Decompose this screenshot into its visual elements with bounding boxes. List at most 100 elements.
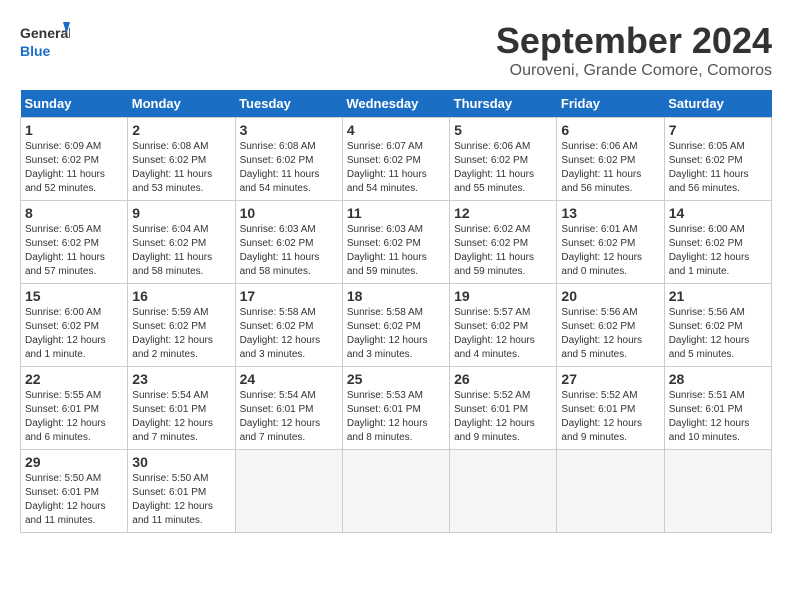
calendar-cell: 12 Sunrise: 6:02 AMSunset: 6:02 PMDayligh… xyxy=(450,201,557,284)
day-info: Sunrise: 5:56 AMSunset: 6:02 PMDaylight:… xyxy=(561,306,659,362)
day-number: 25 xyxy=(347,371,445,387)
day-number: 10 xyxy=(240,205,338,221)
day-info: Sunrise: 5:53 AMSunset: 6:01 PMDaylight:… xyxy=(347,389,445,445)
header-cell-saturday: Saturday xyxy=(664,90,771,118)
calendar-cell: 18Sunrise: 5:58 AMSunset: 6:02 PMDayligh… xyxy=(342,284,449,367)
day-number: 13 xyxy=(561,205,659,221)
calendar-week-0: 1Sunrise: 6:09 AMSunset: 6:02 PMDaylight… xyxy=(21,118,772,201)
calendar-cell: 20 Sunrise: 5:56 AMSunset: 6:02 PMDayligh… xyxy=(557,284,664,367)
day-number: 11 xyxy=(347,205,445,221)
calendar-cell: 19 Sunrise: 5:57 AMSunset: 6:02 PMDayligh… xyxy=(450,284,557,367)
calendar-cell: 25 Sunrise: 5:53 AMSunset: 6:01 PMDayligh… xyxy=(342,367,449,450)
header-cell-sunday: Sunday xyxy=(21,90,128,118)
header-cell-tuesday: Tuesday xyxy=(235,90,342,118)
day-info: Sunrise: 6:04 AMSunset: 6:02 PMDaylight:… xyxy=(132,223,230,279)
title-area: September 2024 Ouroveni, Grande Comore, … xyxy=(496,20,772,80)
day-info: Sunrise: 6:06 AMSunset: 6:02 PMDaylight:… xyxy=(454,140,552,196)
svg-text:General: General xyxy=(20,25,70,41)
day-number: 23 xyxy=(132,371,230,387)
day-number: 18 xyxy=(347,288,445,304)
calendar-cell: 23 Sunrise: 5:54 AMSunset: 6:01 PMDayligh… xyxy=(128,367,235,450)
day-info: Sunrise: 5:50 AMSunset: 6:01 PMDaylight:… xyxy=(25,472,123,528)
day-number: 29 xyxy=(25,454,123,470)
day-info: Sunrise: 5:51 AMSunset: 6:01 PMDaylight:… xyxy=(669,389,767,445)
day-number: 14 xyxy=(669,205,767,221)
day-number: 3 xyxy=(240,122,338,138)
day-number: 28 xyxy=(669,371,767,387)
calendar-week-2: 15Sunrise: 6:00 AMSunset: 6:02 PMDayligh… xyxy=(21,284,772,367)
calendar-cell: 27 Sunrise: 5:52 AMSunset: 6:01 PMDayligh… xyxy=(557,367,664,450)
calendar-cell: 5 Sunrise: 6:06 AMSunset: 6:02 PMDaylight… xyxy=(450,118,557,201)
day-number: 17 xyxy=(240,288,338,304)
day-info: Sunrise: 5:52 AMSunset: 6:01 PMDaylight:… xyxy=(454,389,552,445)
calendar-cell: 13 Sunrise: 6:01 AMSunset: 6:02 PMDayligh… xyxy=(557,201,664,284)
day-info: Sunrise: 5:50 AMSunset: 6:01 PMDaylight:… xyxy=(132,472,230,528)
calendar-week-1: 8 Sunrise: 6:05 AMSunset: 6:02 PMDaylight… xyxy=(21,201,772,284)
day-number: 21 xyxy=(669,288,767,304)
header-row: SundayMondayTuesdayWednesdayThursdayFrid… xyxy=(21,90,772,118)
month-title: September 2024 xyxy=(496,20,772,62)
calendar-body: 1Sunrise: 6:09 AMSunset: 6:02 PMDaylight… xyxy=(21,118,772,533)
day-number: 5 xyxy=(454,122,552,138)
calendar-cell: 7Sunrise: 6:05 AMSunset: 6:02 PMDaylight… xyxy=(664,118,771,201)
calendar-cell: 22 Sunrise: 5:55 AMSunset: 6:01 PMDayligh… xyxy=(21,367,128,450)
svg-text:Blue: Blue xyxy=(20,43,51,59)
day-info: Sunrise: 5:54 AMSunset: 6:01 PMDaylight:… xyxy=(240,389,338,445)
calendar-cell: 3 Sunrise: 6:08 AMSunset: 6:02 PMDaylight… xyxy=(235,118,342,201)
day-info: Sunrise: 5:58 AMSunset: 6:02 PMDaylight:… xyxy=(240,306,338,362)
calendar-cell: 30 Sunrise: 5:50 AMSunset: 6:01 PMDayligh… xyxy=(128,450,235,533)
header-cell-monday: Monday xyxy=(128,90,235,118)
day-number: 27 xyxy=(561,371,659,387)
day-info: Sunrise: 6:02 AMSunset: 6:02 PMDaylight:… xyxy=(454,223,552,279)
day-number: 30 xyxy=(132,454,230,470)
day-number: 19 xyxy=(454,288,552,304)
logo: General Blue xyxy=(20,20,70,65)
day-number: 20 xyxy=(561,288,659,304)
day-number: 16 xyxy=(132,288,230,304)
calendar-cell: 14Sunrise: 6:00 AMSunset: 6:02 PMDayligh… xyxy=(664,201,771,284)
calendar-cell: 26 Sunrise: 5:52 AMSunset: 6:01 PMDayligh… xyxy=(450,367,557,450)
day-info: Sunrise: 5:56 AMSunset: 6:02 PMDaylight:… xyxy=(669,306,767,362)
day-info: Sunrise: 5:55 AMSunset: 6:01 PMDaylight:… xyxy=(25,389,123,445)
day-info: Sunrise: 6:03 AMSunset: 6:02 PMDaylight:… xyxy=(240,223,338,279)
calendar-cell: 16 Sunrise: 5:59 AMSunset: 6:02 PMDayligh… xyxy=(128,284,235,367)
day-number: 8 xyxy=(25,205,123,221)
calendar-cell: 21 Sunrise: 5:56 AMSunset: 6:02 PMDayligh… xyxy=(664,284,771,367)
day-info: Sunrise: 6:08 AMSunset: 6:02 PMDaylight:… xyxy=(240,140,338,196)
calendar-cell: 1Sunrise: 6:09 AMSunset: 6:02 PMDaylight… xyxy=(21,118,128,201)
calendar-cell: 17 Sunrise: 5:58 AMSunset: 6:02 PMDayligh… xyxy=(235,284,342,367)
calendar-cell: 2Sunrise: 6:08 AMSunset: 6:02 PMDaylight… xyxy=(128,118,235,201)
subtitle: Ouroveni, Grande Comore, Comoros xyxy=(496,62,772,80)
day-info: Sunrise: 5:57 AMSunset: 6:02 PMDaylight:… xyxy=(454,306,552,362)
day-number: 1 xyxy=(25,122,123,138)
day-number: 24 xyxy=(240,371,338,387)
calendar-header: SundayMondayTuesdayWednesdayThursdayFrid… xyxy=(21,90,772,118)
calendar-cell: 28 Sunrise: 5:51 AMSunset: 6:01 PMDayligh… xyxy=(664,367,771,450)
day-info: Sunrise: 6:08 AMSunset: 6:02 PMDaylight:… xyxy=(132,140,230,196)
day-info: Sunrise: 6:03 AMSunset: 6:02 PMDaylight:… xyxy=(347,223,445,279)
calendar-week-4: 29 Sunrise: 5:50 AMSunset: 6:01 PMDayligh… xyxy=(21,450,772,533)
calendar-table: SundayMondayTuesdayWednesdayThursdayFrid… xyxy=(20,90,772,533)
day-info: Sunrise: 5:59 AMSunset: 6:02 PMDaylight:… xyxy=(132,306,230,362)
calendar-cell: 10 Sunrise: 6:03 AMSunset: 6:02 PMDayligh… xyxy=(235,201,342,284)
day-info: Sunrise: 6:01 AMSunset: 6:02 PMDaylight:… xyxy=(561,223,659,279)
header-cell-thursday: Thursday xyxy=(450,90,557,118)
day-info: Sunrise: 6:07 AMSunset: 6:02 PMDaylight:… xyxy=(347,140,445,196)
day-number: 26 xyxy=(454,371,552,387)
calendar-cell: 29 Sunrise: 5:50 AMSunset: 6:01 PMDayligh… xyxy=(21,450,128,533)
day-info: Sunrise: 6:06 AMSunset: 6:02 PMDaylight:… xyxy=(561,140,659,196)
calendar-cell xyxy=(342,450,449,533)
day-number: 22 xyxy=(25,371,123,387)
day-number: 15 xyxy=(25,288,123,304)
day-info: Sunrise: 5:52 AMSunset: 6:01 PMDaylight:… xyxy=(561,389,659,445)
calendar-cell: 11 Sunrise: 6:03 AMSunset: 6:02 PMDayligh… xyxy=(342,201,449,284)
day-number: 6 xyxy=(561,122,659,138)
day-number: 12 xyxy=(454,205,552,221)
day-number: 4 xyxy=(347,122,445,138)
day-number: 9 xyxy=(132,205,230,221)
day-info: Sunrise: 6:05 AMSunset: 6:02 PMDaylight:… xyxy=(25,223,123,279)
calendar-cell xyxy=(557,450,664,533)
calendar-cell: 8 Sunrise: 6:05 AMSunset: 6:02 PMDaylight… xyxy=(21,201,128,284)
calendar-cell: 6 Sunrise: 6:06 AMSunset: 6:02 PMDaylight… xyxy=(557,118,664,201)
day-info: Sunrise: 5:54 AMSunset: 6:01 PMDaylight:… xyxy=(132,389,230,445)
